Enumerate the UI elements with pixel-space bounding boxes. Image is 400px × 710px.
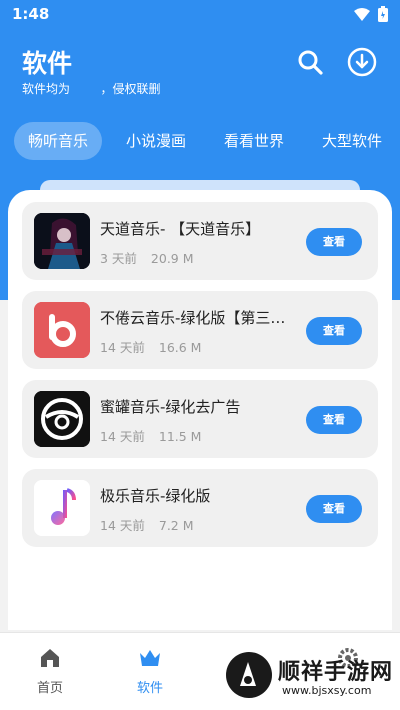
app-name: 不倦云音乐-绿化版【第三方】	[100, 309, 300, 327]
page-subtitle: 软件均为 ，侵权联删	[22, 82, 161, 96]
app-meta: 14 天前 7.2 M	[100, 515, 204, 534]
app-age: 14 天前	[100, 429, 145, 444]
app-size: 11.5 M	[158, 429, 202, 444]
app-name: 天道音乐- 【天道音乐】	[100, 220, 261, 238]
wifi-icon	[354, 7, 370, 26]
search-icon	[297, 49, 323, 79]
app-name: 极乐音乐-绿化版	[100, 487, 211, 505]
download-button[interactable]	[346, 47, 378, 81]
view-button[interactable]: 查看	[306, 495, 362, 523]
app-size: 20.9 M	[150, 251, 194, 266]
nav-home-label: 首页	[36, 681, 63, 696]
view-button[interactable]: 查看	[306, 228, 362, 256]
watermark-name: 顺祥手游网	[278, 660, 394, 685]
bujuan-cloud-music-icon	[34, 302, 90, 358]
crown-icon	[138, 647, 162, 673]
app-name: 蜜罐音乐-绿化去广告	[100, 398, 241, 416]
tiandao-music-icon	[34, 213, 90, 269]
view-button[interactable]: 查看	[306, 406, 362, 434]
download-icon	[347, 47, 377, 81]
watermark-url: www.bjsxsy.com	[282, 684, 372, 697]
app-size: 16.6 M	[158, 340, 202, 355]
tab-music[interactable]: 畅听音乐	[14, 122, 103, 160]
category-tabs: 畅听音乐 小说漫画 看看世界 大型软件	[14, 122, 400, 160]
view-button[interactable]: 查看	[306, 317, 362, 345]
app-age: 3 天前	[100, 251, 137, 266]
watermark: 顺祥手游网 www.bjsxsy.com	[226, 646, 396, 706]
app-meta: 3 天前 20.9 M	[100, 248, 204, 267]
jile-music-icon	[34, 480, 90, 536]
app-card[interactable]: 极乐音乐-绿化版 14 天前 7.2 M 查看	[22, 469, 378, 547]
search-button[interactable]	[294, 48, 326, 80]
page-title: 软件	[22, 49, 73, 78]
tab-large-software[interactable]: 大型软件	[308, 122, 396, 160]
app-size: 7.2 M	[158, 518, 194, 533]
miguan-music-icon	[34, 391, 90, 447]
home-icon	[39, 647, 61, 673]
battery-icon	[378, 6, 388, 26]
tab-novel-comic[interactable]: 小说漫画	[112, 122, 200, 160]
nav-software-label: 软件	[136, 681, 163, 696]
nav-home[interactable]: 首页	[20, 647, 80, 696]
app-meta: 14 天前 16.6 M	[100, 337, 211, 356]
app-card[interactable]: 蜜罐音乐-绿化去广告 14 天前 11.5 M 查看	[22, 380, 378, 458]
nav-software[interactable]: 软件	[120, 647, 180, 696]
watermark-logo-icon	[226, 652, 272, 698]
tab-world[interactable]: 看看世界	[210, 122, 298, 160]
app-card[interactable]: 天道音乐- 【天道音乐】 3 天前 20.9 M 查看	[22, 202, 378, 280]
app-age: 14 天前	[100, 518, 145, 533]
app-age: 14 天前	[100, 340, 145, 355]
status-time: 1:48	[12, 5, 50, 23]
app-meta: 14 天前 11.5 M	[100, 426, 211, 445]
status-icons	[354, 6, 388, 26]
app-card[interactable]: 不倦云音乐-绿化版【第三方】 14 天前 16.6 M 查看	[22, 291, 378, 369]
status-bar: 1:48	[0, 0, 400, 30]
